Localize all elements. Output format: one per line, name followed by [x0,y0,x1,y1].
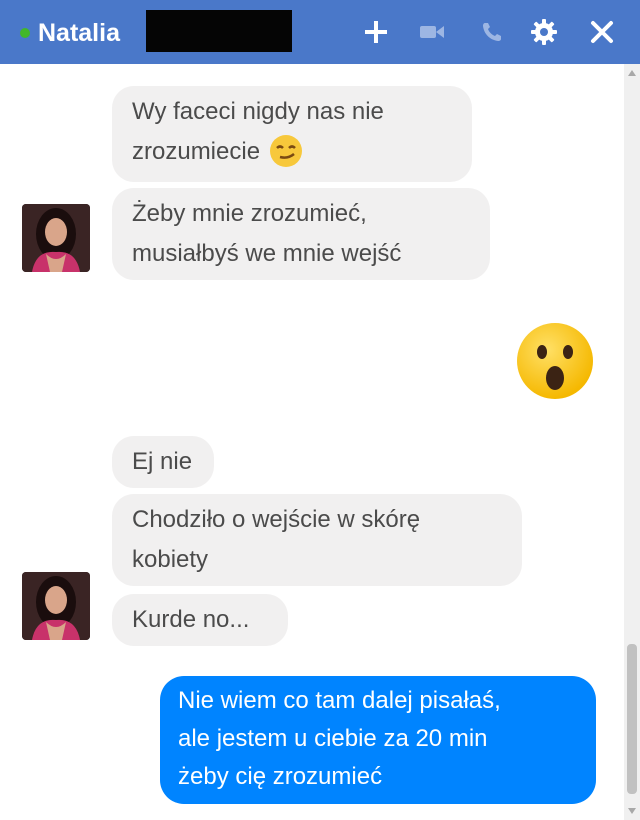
close-icon[interactable] [586,16,618,48]
incoming-message: Wy faceci nigdy nas nie zrozumiecie [112,86,472,182]
contact-avatar[interactable] [22,204,90,272]
video-camera-icon[interactable] [416,16,448,48]
message-line: musiałbyś we mnie wejść [132,240,402,267]
message-line: Żeby mnie zrozumieć, [132,200,367,227]
plus-icon[interactable] [360,16,392,48]
message-line: kobiety [132,546,209,573]
message-line: ale jestem u ciebie za 20 min [178,725,488,752]
scroll-down-arrow-icon[interactable] [628,808,636,814]
online-status-indicator [20,28,30,38]
scroll-up-arrow-icon[interactable] [628,70,636,76]
incoming-message: Żeby mnie zrozumieć, musiałbyś we mnie w… [112,188,490,280]
message-line: Kurde no... [132,606,250,633]
message-line: Ej nie [132,448,193,475]
incoming-message: Kurde no... [112,594,288,646]
message-line: Wy faceci nigdy nas nie [132,98,384,125]
phone-icon[interactable] [476,16,508,48]
message-line: Nie wiem co tam dalej pisałaś, [178,687,501,714]
message-line: zrozumiecie [132,138,261,165]
contact-avatar[interactable] [22,572,90,640]
outgoing-message: Nie wiem co tam dalej pisałaś, ale jeste… [160,676,596,804]
gear-icon[interactable] [528,16,560,48]
incoming-message: Chodziło o wejście w skórę kobiety [112,494,522,586]
scrollbar[interactable] [624,64,640,820]
contact-name[interactable]: Natalia [38,18,120,48]
incoming-message: Ej nie [112,436,214,488]
smirk-emoji-icon [268,133,304,169]
message-line: żeby cię zrozumieć [178,763,383,790]
surprised-emoji-icon [514,320,596,402]
scrollbar-thumb[interactable] [627,644,637,794]
redacted-surname-bar [146,10,292,52]
chat-header: Natalia [0,0,640,64]
message-line: Chodziło o wejście w skórę [132,506,421,533]
